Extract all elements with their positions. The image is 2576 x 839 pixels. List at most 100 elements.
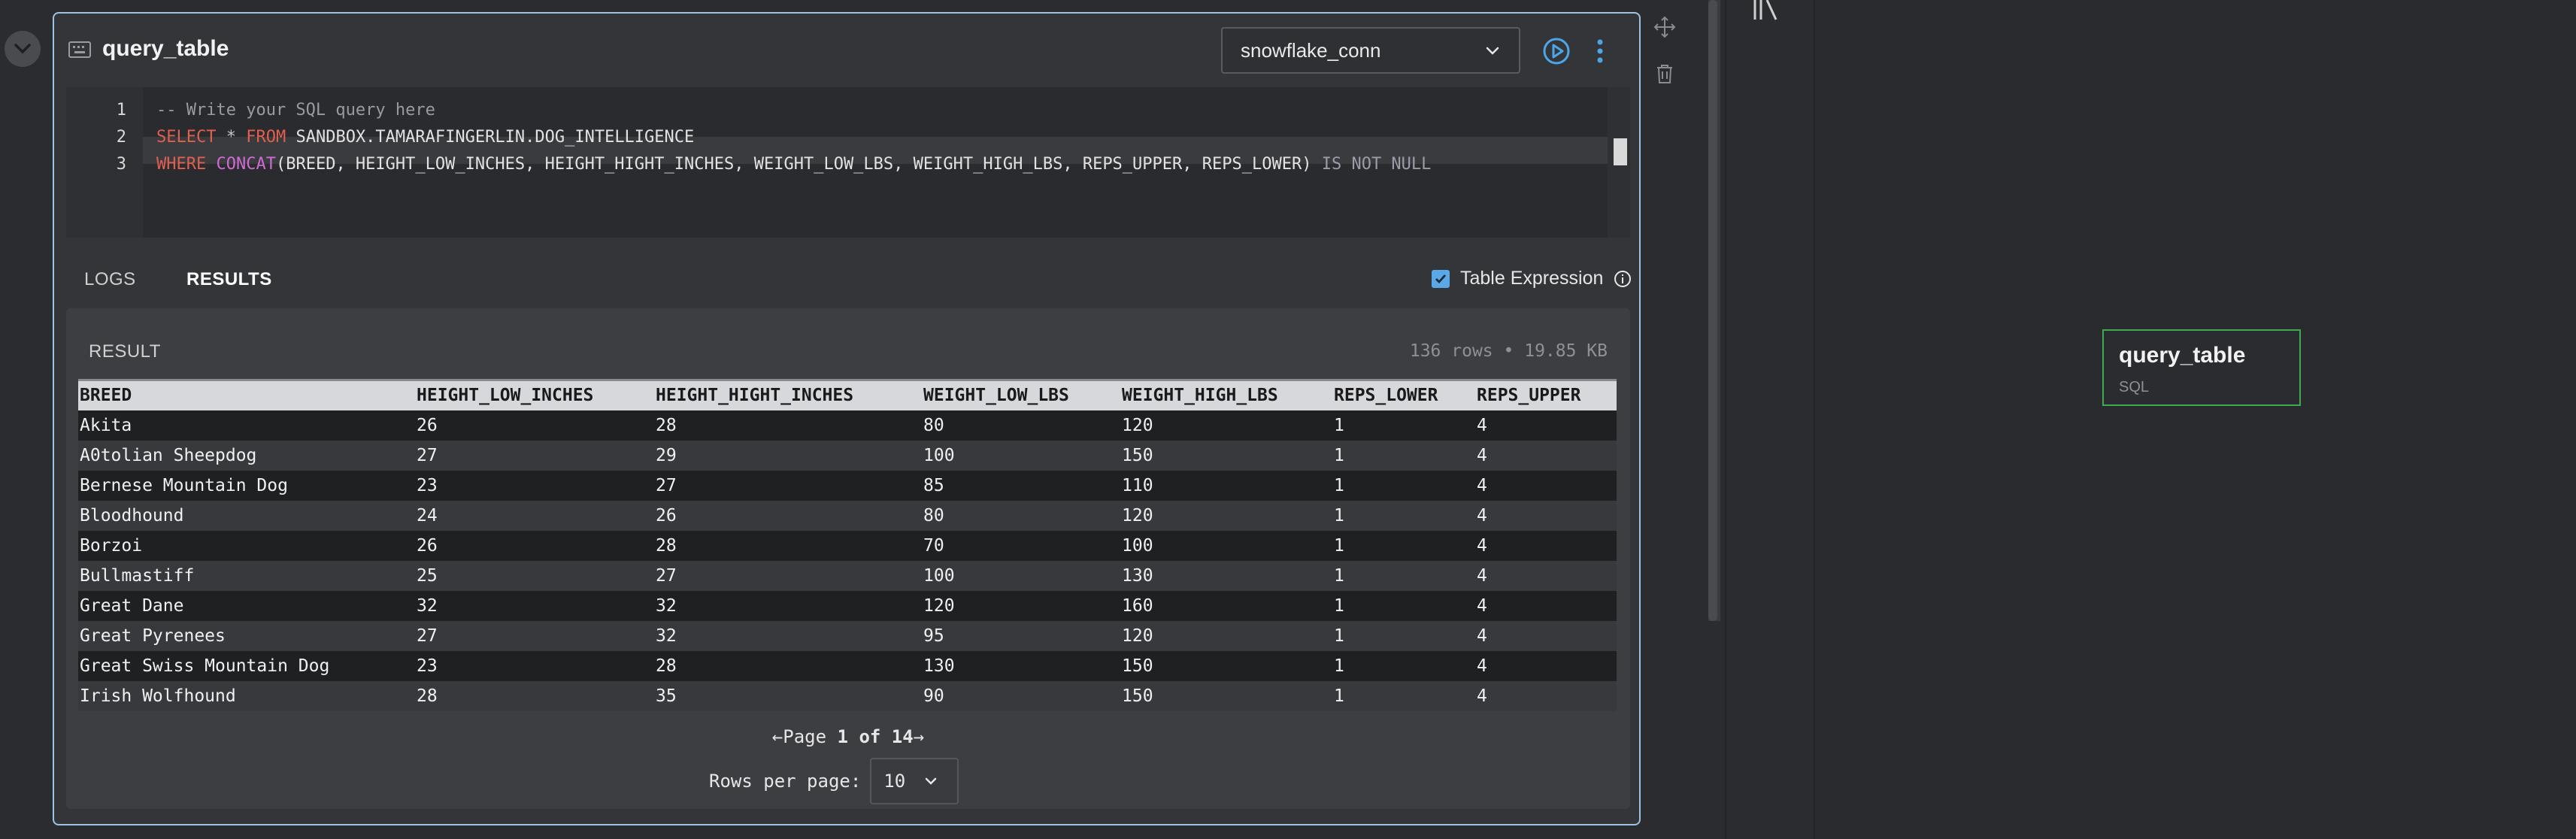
table-cell: 4 <box>1477 595 1487 616</box>
code-line-3: WHERE CONCAT(BREED, HEIGHT_LOW_INCHES, H… <box>156 155 1431 174</box>
table-expression-toggle[interactable]: Table Expression <box>1432 268 1632 289</box>
table-cell: 4 <box>1477 445 1487 465</box>
table-cell: 100 <box>923 445 955 465</box>
dag-node[interactable]: query_table SQL <box>2102 329 2301 406</box>
line-number: 3 <box>116 155 126 174</box>
table-cell: 1 <box>1334 445 1344 465</box>
notebook-scrollbar[interactable] <box>1708 0 1720 621</box>
editor-scrollbar[interactable] <box>1608 87 1630 238</box>
table-cell: 24 <box>417 505 438 526</box>
table-cell: 28 <box>656 656 677 676</box>
line-number: 2 <box>116 128 126 147</box>
chevron-down-icon <box>14 44 31 54</box>
notebook-scroll-thumb[interactable] <box>1708 0 1717 621</box>
sql-keyword: SELECT <box>156 128 217 147</box>
connection-select[interactable]: snowflake_conn <box>1221 27 1520 74</box>
tab-logs[interactable]: LOGS <box>84 269 136 290</box>
table-row: Akita 26 28 80 120 1 4 <box>78 410 1617 441</box>
table-cell: 4 <box>1477 686 1487 706</box>
prev-page-arrow[interactable]: ← <box>772 726 783 747</box>
table-cell: 27 <box>417 445 438 465</box>
trash-icon[interactable] <box>1653 62 1677 86</box>
table-cell: Bullmastiff <box>80 565 195 586</box>
cell-title[interactable]: query_table <box>102 36 229 62</box>
connection-value: snowflake_conn <box>1241 38 1381 62</box>
table-row: Bernese Mountain Dog 23 27 85 110 1 4 <box>78 470 1617 501</box>
table-cell: 27 <box>656 475 677 495</box>
table-cell: 130 <box>1122 565 1153 586</box>
table-cell: 1 <box>1334 475 1344 495</box>
table-cell: 4 <box>1477 565 1487 586</box>
table-cell: 25 <box>417 565 438 586</box>
table-cell: 120 <box>1122 505 1153 526</box>
sql-editor[interactable]: 1 2 3 -- Write your SQL query here SELEC… <box>66 87 1630 238</box>
table-cell: 1 <box>1334 505 1344 526</box>
checkmark-icon <box>1435 274 1447 283</box>
editor-scroll-thumb[interactable] <box>1614 138 1627 165</box>
library-icon[interactable] <box>1750 0 1784 21</box>
table-cell: 4 <box>1477 475 1487 495</box>
sql-identifier: SANDBOX.TAMARAFINGERLIN.DOG_INTELLIGENCE <box>295 128 695 147</box>
table-cell: 80 <box>923 505 944 526</box>
table-cell: 28 <box>656 535 677 556</box>
table-cell: 120 <box>1122 625 1153 646</box>
table-cell: 35 <box>656 686 677 706</box>
column-header[interactable]: HEIGHT_HIGHT_INCHES <box>654 380 922 410</box>
table-cell: Borzoi <box>80 535 143 556</box>
table-expression-label: Table Expression <box>1460 268 1604 289</box>
table-cell: 150 <box>1122 445 1153 465</box>
total-pages: 14 <box>891 726 914 747</box>
run-icon[interactable] <box>1541 36 1571 66</box>
rows-per-page-value: 10 <box>883 771 906 792</box>
table-row: Bloodhound 24 26 80 120 1 4 <box>78 500 1617 531</box>
column-header[interactable]: BREED <box>78 380 415 410</box>
table-cell: 26 <box>656 505 677 526</box>
page-word: Page <box>783 726 827 747</box>
table-cell: 150 <box>1122 686 1153 706</box>
table-cell: 85 <box>923 475 944 495</box>
query-cell: query_table snowflake_conn 1 2 3 -- Writ… <box>53 12 1641 825</box>
table-expression-checkbox[interactable] <box>1432 269 1450 288</box>
table-cell: Great Swiss Mountain Dog <box>80 656 330 676</box>
table-cell: 100 <box>923 565 955 586</box>
table-cell: Bernese Mountain Dog <box>80 475 288 495</box>
table-cell: 120 <box>923 595 955 616</box>
table-cell: Great Pyrenees <box>80 625 226 646</box>
line-gutter: 1 2 3 <box>66 87 143 238</box>
column-header[interactable]: REPS_UPPER <box>1475 380 1617 410</box>
more-options-icon[interactable] <box>1593 36 1608 66</box>
column-header[interactable]: WEIGHT_HIGH_LBS <box>1120 380 1332 410</box>
pane-divider[interactable] <box>1725 0 1726 839</box>
result-size: 19.85 KB <box>1524 341 1608 361</box>
table-row: Irish Wolfhound 28 35 90 150 1 4 <box>78 680 1617 711</box>
column-header[interactable]: REPS_LOWER <box>1332 380 1475 410</box>
table-cell: Bloodhound <box>80 505 184 526</box>
table-cell: 28 <box>656 415 677 435</box>
table-row: Great Swiss Mountain Dog 23 28 130 150 1 4 <box>78 650 1617 681</box>
cell-header: query_table snowflake_conn <box>54 14 1639 89</box>
column-header[interactable]: HEIGHT_LOW_INCHES <box>415 380 654 410</box>
chevron-down-icon <box>1486 47 1499 55</box>
node-subtitle: SQL <box>2119 379 2150 395</box>
column-header[interactable]: WEIGHT_LOW_LBS <box>922 380 1120 410</box>
table-cell: 70 <box>923 535 944 556</box>
table-cell: 1 <box>1334 686 1344 706</box>
rows-per-page-select[interactable]: 10 <box>870 758 959 804</box>
sql-keyword: FROM <box>246 128 286 147</box>
code-line-1: -- Write your SQL query here <box>156 101 435 120</box>
table-cell: 26 <box>417 535 438 556</box>
collapse-cell-button[interactable] <box>5 31 41 67</box>
table-row: Borzoi 26 28 70 100 1 4 <box>78 530 1617 561</box>
move-icon[interactable] <box>1653 15 1677 39</box>
table-cell: 4 <box>1477 625 1487 646</box>
table-cell: 1 <box>1334 625 1344 646</box>
next-page-arrow[interactable]: → <box>914 726 924 747</box>
table-cell: Great Dane <box>80 595 184 616</box>
table-cell: 120 <box>1122 415 1153 435</box>
info-icon[interactable] <box>1614 270 1632 288</box>
table-cell: 90 <box>923 686 944 706</box>
table-cell: 23 <box>417 656 438 676</box>
table-cell: 130 <box>923 656 955 676</box>
table-cell: 80 <box>923 415 944 435</box>
tab-results[interactable]: RESULTS <box>186 269 272 290</box>
